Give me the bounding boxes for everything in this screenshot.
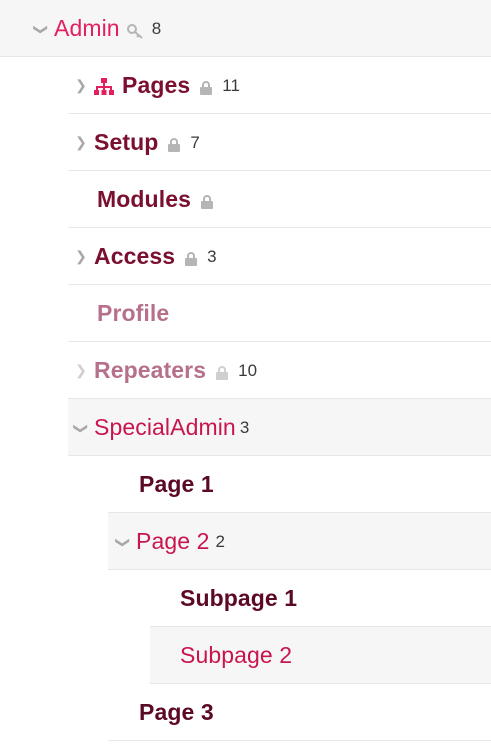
tree-item-subpage-1[interactable]: Subpage 1 bbox=[0, 570, 491, 627]
tree-item-label[interactable]: Admin bbox=[54, 15, 120, 42]
child-count: 2 bbox=[215, 531, 225, 551]
chevron-right-icon[interactable]: ❯ bbox=[74, 134, 88, 151]
tree-item-label[interactable]: Page 2 bbox=[136, 528, 210, 555]
tree-item-label[interactable]: Repeaters bbox=[94, 357, 206, 384]
tree-item-label[interactable]: Setup bbox=[94, 129, 158, 156]
lock-icon bbox=[216, 365, 229, 380]
tree-item-setup[interactable]: ❯ Setup 7 bbox=[0, 114, 491, 171]
tree-item-pages[interactable]: ❯ Pages 11 bbox=[0, 57, 491, 114]
tree-item-subpage-2[interactable]: Subpage 2 bbox=[150, 627, 491, 684]
key-icon bbox=[126, 23, 143, 39]
child-count: 10 bbox=[238, 360, 258, 380]
tree-item-label[interactable]: Subpage 1 bbox=[180, 585, 297, 612]
chevron-right-icon[interactable]: ❯ bbox=[74, 362, 88, 379]
chevron-right-icon[interactable]: ❯ bbox=[74, 248, 88, 265]
tree-item-label[interactable]: SpecialAdmin bbox=[94, 414, 236, 441]
tree-item-label[interactable]: Profile bbox=[97, 300, 169, 327]
chevron-down-icon[interactable]: ❯ bbox=[73, 422, 90, 436]
tree-item-access[interactable]: ❯ Access 3 bbox=[0, 228, 491, 285]
tree-item-label[interactable]: Page 3 bbox=[139, 699, 214, 726]
lock-icon bbox=[185, 251, 198, 266]
chevron-down-icon[interactable]: ❯ bbox=[33, 23, 50, 37]
child-count: 7 bbox=[190, 132, 200, 152]
child-count: 11 bbox=[222, 75, 240, 95]
child-count: 3 bbox=[207, 246, 217, 266]
tree-item-label[interactable]: Modules bbox=[97, 186, 191, 213]
chevron-right-icon[interactable]: ❯ bbox=[74, 77, 88, 94]
tree-item-label[interactable]: Pages bbox=[122, 72, 190, 99]
lock-icon bbox=[200, 194, 213, 209]
child-count: 3 bbox=[239, 417, 250, 437]
tree-item-modules[interactable]: Modules bbox=[0, 171, 491, 228]
tree-item-label[interactable]: Access bbox=[94, 243, 175, 270]
child-count: 8 bbox=[151, 18, 162, 38]
sitemap-icon bbox=[94, 77, 114, 95]
tree-item-admin[interactable]: ❯ Admin 8 bbox=[0, 0, 491, 57]
tree-item-label[interactable]: Subpage 2 bbox=[180, 642, 292, 669]
tree-item-page-2[interactable]: ❯ Page 2 2 bbox=[108, 513, 491, 570]
tree-item-repeaters[interactable]: ❯ Repeaters 10 bbox=[0, 342, 491, 399]
tree-item-profile[interactable]: Profile bbox=[0, 285, 491, 342]
lock-icon bbox=[200, 80, 213, 95]
lock-icon bbox=[168, 137, 181, 152]
chevron-down-icon[interactable]: ❯ bbox=[115, 536, 132, 550]
tree-item-label[interactable]: Page 1 bbox=[139, 471, 214, 498]
tree-item-page-3[interactable]: Page 3 bbox=[0, 684, 491, 741]
tree-item-specialadmin[interactable]: ❯ SpecialAdmin 3 bbox=[68, 399, 491, 456]
tree-item-page-1[interactable]: Page 1 bbox=[0, 456, 491, 513]
